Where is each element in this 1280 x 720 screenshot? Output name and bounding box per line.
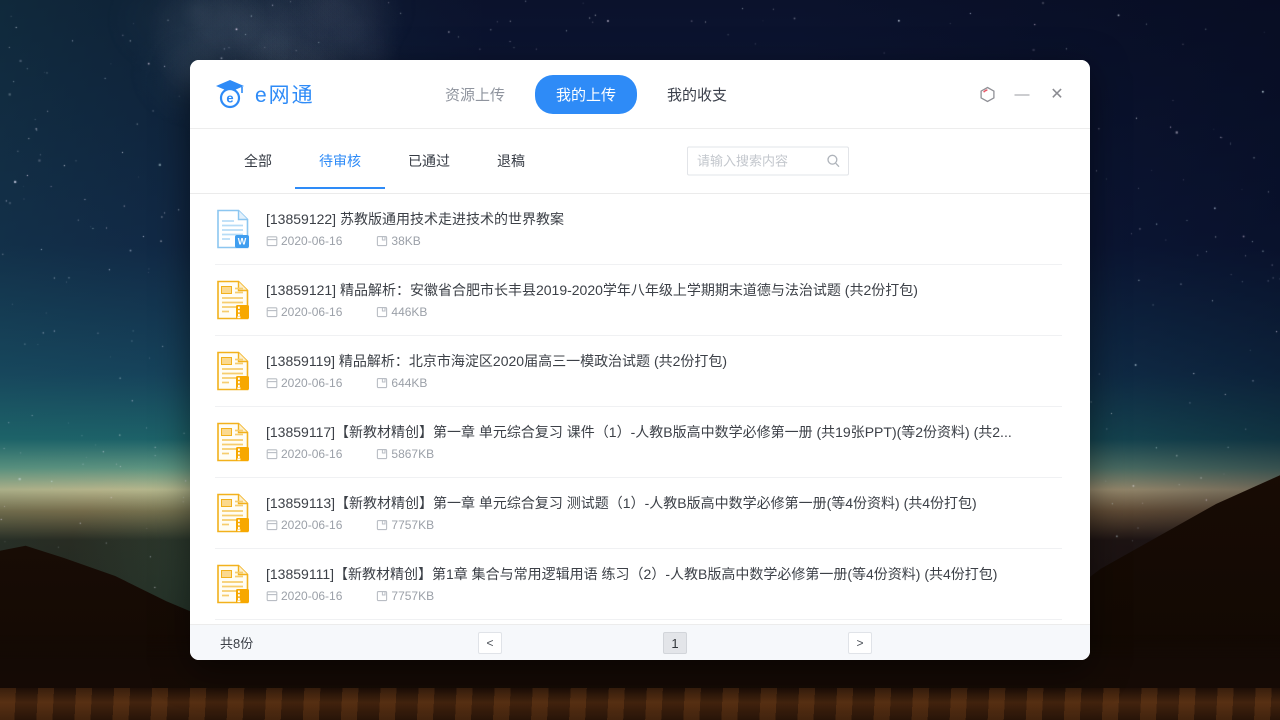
ewangtong-logo-icon: e — [214, 79, 246, 109]
total-count-label: 共8份 — [220, 625, 253, 660]
calendar-icon — [266, 306, 278, 318]
ewangtong-app-window: e e网通 资源上传 我的上传 我的收支 — ✕ 全部 待审核 已通过 退稿 — [190, 60, 1090, 660]
file-title: [13859119] 精品解析：北京市海淀区2020届高三一模政治试题 (共2份… — [266, 352, 1062, 370]
file-size: 38KB — [391, 234, 420, 248]
file-date: 2020-06-16 — [281, 447, 342, 461]
file-title: [13859121] 精品解析：安徽省合肥市长丰县2019-2020学年八年级上… — [266, 281, 1062, 299]
file-size: 7757KB — [391, 589, 434, 603]
tab-approved[interactable]: 已通过 — [408, 129, 450, 193]
footer-pagination-bar: 共8份 < 1 > — [190, 624, 1090, 660]
file-size: 5867KB — [391, 447, 434, 461]
file-list-item[interactable]: W — [215, 265, 1062, 336]
file-title: [13859122] 苏教版通用技术走进技术的世界教案 — [266, 210, 1062, 228]
theme-skin-button[interactable] — [978, 85, 996, 103]
file-title: [13859111]【新教材精创】第1章 集合与常用逻辑用语 练习（2）-人教B… — [266, 565, 1062, 583]
file-list-item[interactable]: W — [215, 478, 1062, 549]
close-icon: ✕ — [1050, 84, 1063, 104]
calendar-icon — [266, 235, 278, 247]
file-date: 2020-06-16 — [281, 518, 342, 532]
tab-rejected[interactable]: 退稿 — [497, 129, 525, 193]
file-list-item[interactable]: W — [215, 336, 1062, 407]
nav-my-balance[interactable]: 我的收支 — [667, 84, 727, 105]
search-input[interactable] — [688, 154, 826, 169]
calendar-icon — [266, 590, 278, 602]
file-date: 2020-06-16 — [281, 589, 342, 603]
next-page-button[interactable]: > — [848, 632, 872, 654]
prev-page-button[interactable]: < — [478, 632, 502, 654]
file-size: 7757KB — [391, 518, 434, 532]
filter-tabbar: 全部 待审核 已通过 退稿 — [190, 129, 1090, 194]
calendar-icon — [266, 519, 278, 531]
app-title: e网通 — [255, 79, 315, 109]
search-box — [687, 147, 849, 176]
file-size: 446KB — [391, 305, 427, 319]
app-logo: e e网通 — [214, 60, 315, 128]
file-size-icon — [376, 306, 388, 318]
svg-text:W: W — [238, 237, 247, 247]
minimize-button[interactable]: — — [1013, 85, 1031, 103]
nav-resource-upload[interactable]: 资源上传 — [445, 84, 505, 105]
file-list-item[interactable]: W — [215, 407, 1062, 478]
calendar-icon — [266, 448, 278, 460]
file-size-icon — [376, 377, 388, 389]
file-list-item[interactable]: W — [215, 549, 1062, 620]
svg-text:e: e — [226, 91, 233, 106]
file-date: 2020-06-16 — [281, 305, 342, 319]
lit-rocks-strip — [0, 688, 1280, 720]
calendar-icon — [266, 377, 278, 389]
titlebar[interactable]: e e网通 资源上传 我的上传 我的收支 — ✕ — [190, 60, 1090, 129]
zip-package-icon: W — [215, 350, 251, 392]
current-page-number: 1 — [663, 632, 687, 654]
file-title: [13859117]【新教材精创】第一章 单元综合复习 课件（1）-人教B版高中… — [266, 423, 1062, 441]
close-button[interactable]: ✕ — [1048, 85, 1066, 103]
file-list-item[interactable]: W — [215, 194, 1062, 265]
file-list: W — [190, 194, 1090, 620]
zip-package-icon: W — [215, 492, 251, 534]
search-icon[interactable] — [826, 154, 841, 169]
file-size-icon — [376, 448, 388, 460]
window-controls: — ✕ — [978, 60, 1066, 128]
zip-package-icon: W — [215, 279, 251, 321]
nav-my-uploads[interactable]: 我的上传 — [535, 75, 637, 114]
file-date: 2020-06-16 — [281, 376, 342, 390]
file-size: 644KB — [391, 376, 427, 390]
file-size-icon — [376, 590, 388, 602]
hexagon-skin-icon — [979, 86, 996, 103]
file-date: 2020-06-16 — [281, 234, 342, 248]
file-size-icon — [376, 519, 388, 531]
zip-package-icon: W — [215, 421, 251, 463]
tab-all[interactable]: 全部 — [244, 129, 272, 193]
tab-pending-review[interactable]: 待审核 — [319, 129, 361, 193]
minimize-icon: — — [1015, 86, 1030, 103]
zip-package-icon: W — [215, 563, 251, 605]
file-size-icon — [376, 235, 388, 247]
main-nav: 资源上传 我的上传 我的收支 — [445, 60, 727, 128]
file-title: [13859113]【新教材精创】第一章 单元综合复习 测试题（1）-人教B版高… — [266, 494, 1062, 512]
word-document-icon: W — [215, 208, 251, 250]
